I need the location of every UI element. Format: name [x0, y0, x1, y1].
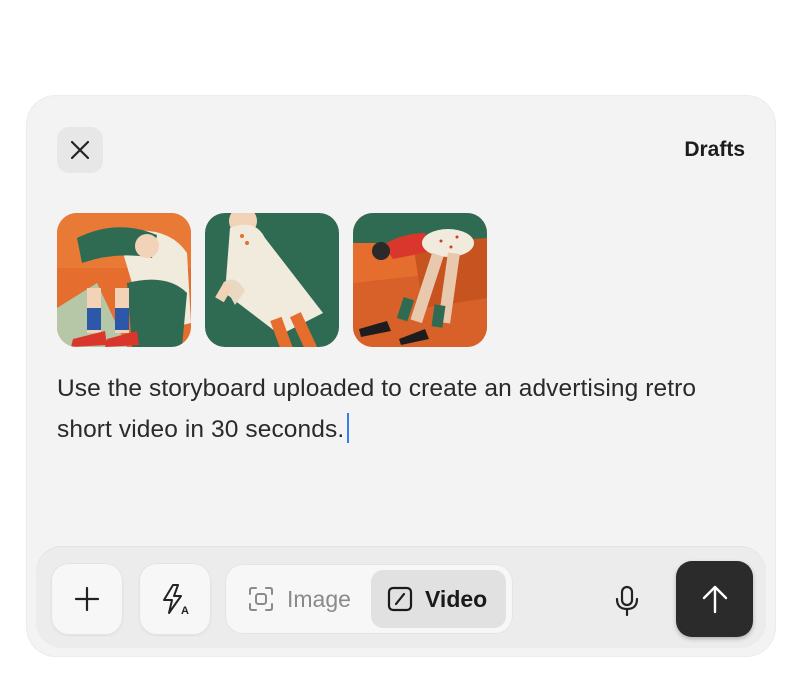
mode-image-button[interactable]: Image: [239, 570, 359, 628]
storyboard-image-2[interactable]: [205, 213, 339, 347]
close-icon: [70, 140, 90, 160]
send-button[interactable]: [676, 561, 753, 637]
mode-image-label: Image: [287, 585, 351, 612]
storyboard-image-3[interactable]: [353, 213, 487, 347]
sparkle-bolt-icon: A: [163, 584, 189, 615]
magic-prompt-button[interactable]: A: [139, 563, 211, 635]
add-button[interactable]: [51, 563, 123, 635]
scan-image-icon: [249, 587, 273, 611]
video-frame-icon: [387, 586, 413, 612]
microphone-icon: [615, 585, 639, 617]
mode-video-button[interactable]: Video: [371, 570, 506, 628]
close-button[interactable]: [57, 127, 103, 173]
mode-video-label: Video: [425, 585, 488, 612]
arrow-up-icon: [702, 585, 727, 614]
microphone-button[interactable]: [606, 580, 648, 622]
prompt-text: Use the storyboard uploaded to create an…: [57, 375, 697, 443]
attachment-list: [57, 213, 487, 347]
mode-switch: Image Video: [225, 564, 513, 634]
drafts-link[interactable]: Drafts: [650, 138, 745, 162]
storyboard-image-1[interactable]: [57, 213, 191, 347]
text-caret: [347, 413, 350, 443]
prompt-input[interactable]: Use the storyboard uploaded to create an…: [57, 368, 747, 450]
svg-text:A: A: [181, 605, 189, 615]
plus-icon: [74, 586, 100, 612]
